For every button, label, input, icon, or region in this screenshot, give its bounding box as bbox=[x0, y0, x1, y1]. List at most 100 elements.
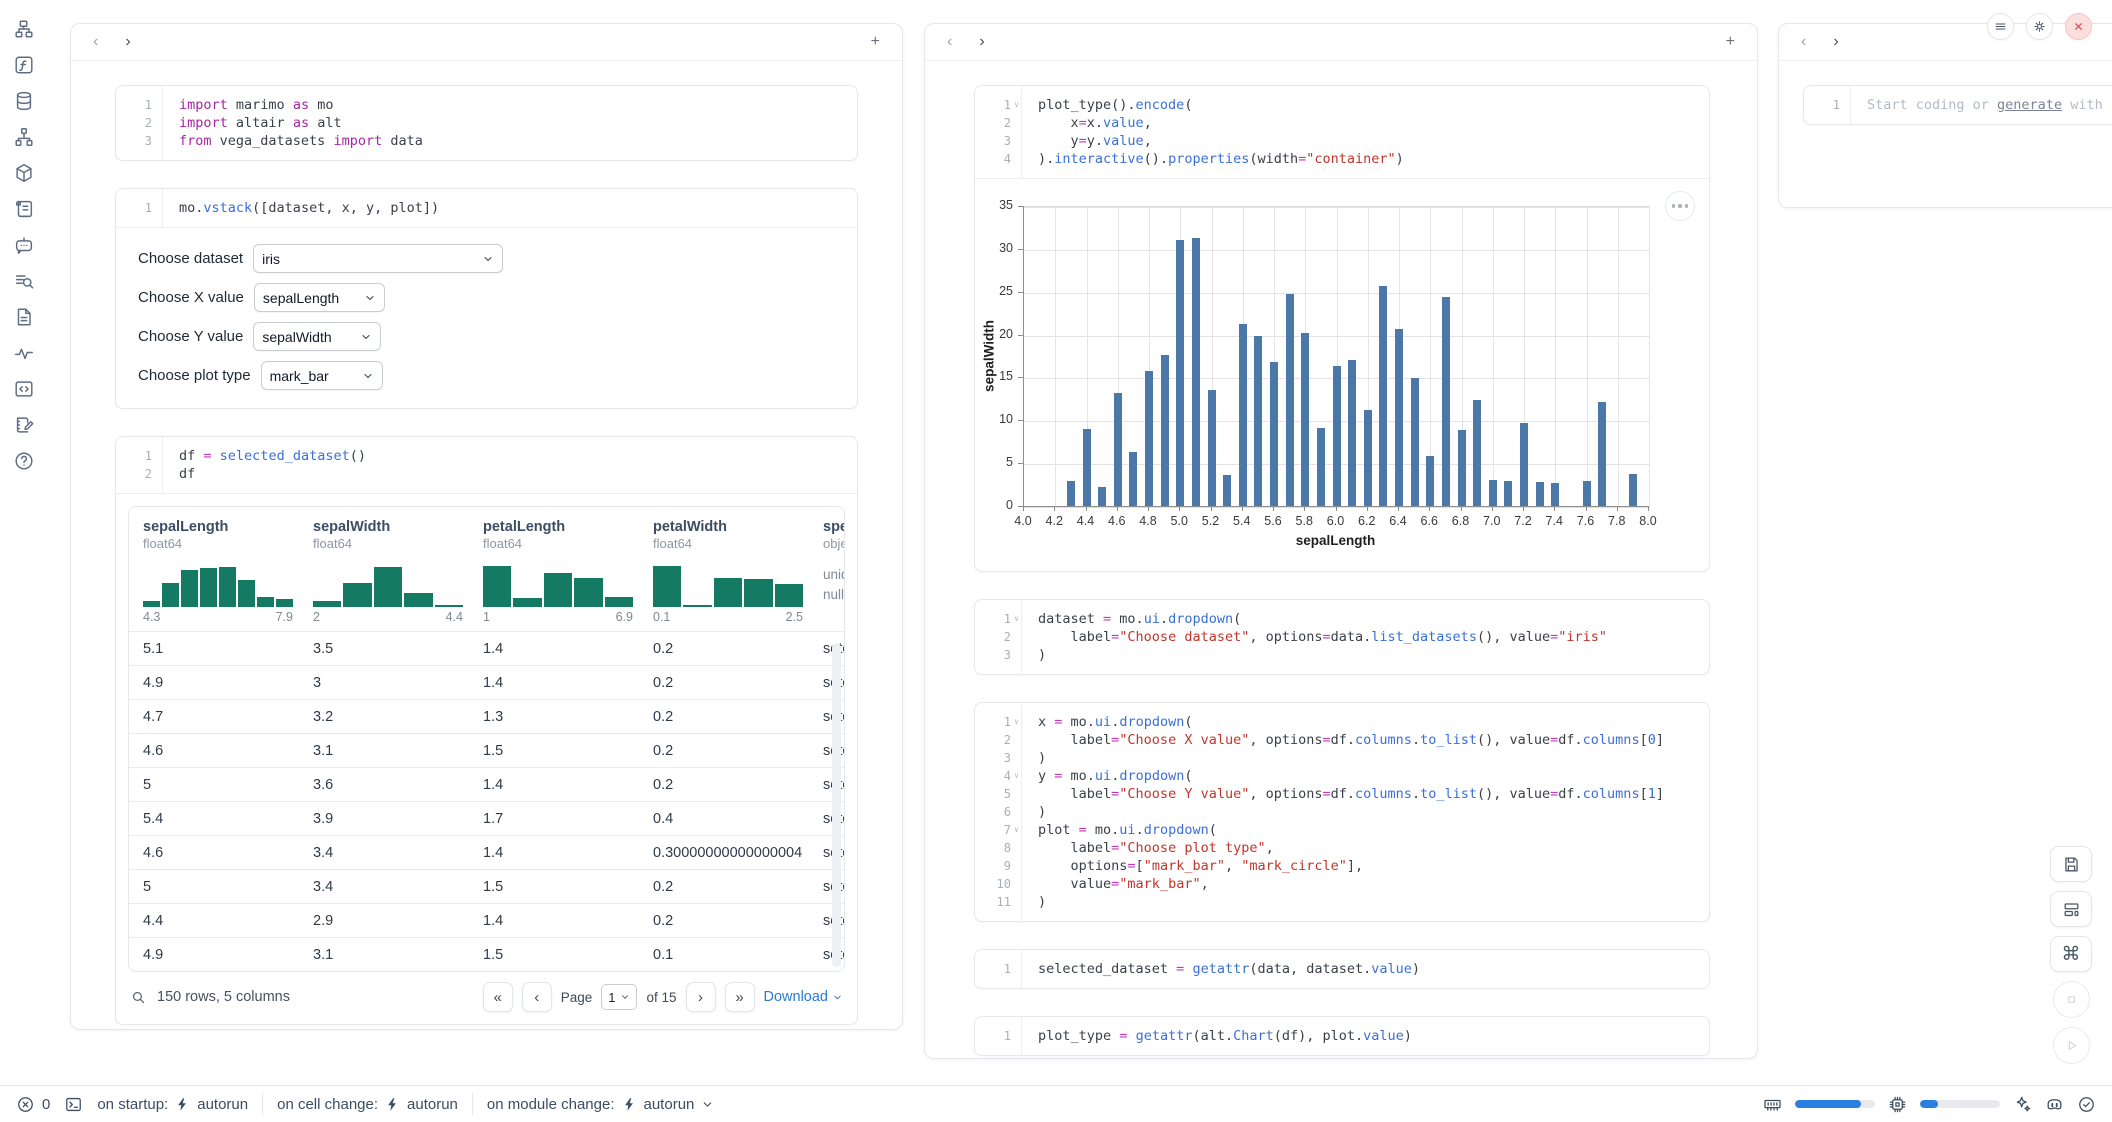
save-icon[interactable] bbox=[2050, 846, 2092, 882]
x-tick-label: 4.0 bbox=[1006, 514, 1040, 528]
dependency-graph-icon[interactable] bbox=[13, 126, 35, 148]
chart-menu-button[interactable] bbox=[1665, 191, 1695, 221]
dropdown-label: Choose Y value bbox=[138, 328, 243, 345]
document-icon[interactable] bbox=[13, 306, 35, 328]
line-number: 1 bbox=[975, 960, 1026, 978]
table-row[interactable]: 5.13.51.40.2setosa bbox=[129, 631, 844, 665]
chat-bot-icon[interactable] bbox=[13, 234, 35, 256]
column-name[interactable]: species bbox=[823, 519, 845, 535]
left-icon-rail bbox=[0, 0, 47, 472]
control-row: Choose plot typemark_bar bbox=[138, 361, 835, 390]
table-row[interactable]: 4.63.11.50.2setosa bbox=[129, 733, 844, 767]
table-footer: 150 rows, 5 columns « ‹ Page 1 of 15 › » bbox=[116, 972, 857, 1024]
table-row[interactable]: 5.43.91.70.4setosa bbox=[129, 801, 844, 835]
x-tick-label: 7.8 bbox=[1600, 514, 1634, 528]
function-icon[interactable] bbox=[13, 54, 35, 76]
table-row[interactable]: 4.931.40.2setosa bbox=[129, 665, 844, 699]
table-row[interactable]: 53.61.40.2setosa bbox=[129, 767, 844, 801]
code-editor-plot-encode[interactable]: 1∨plot_type().encode(2 x=x.value,3 y=y.v… bbox=[975, 86, 1709, 178]
chevron-left-icon[interactable]: ‹ bbox=[947, 34, 952, 50]
x-tick-label: 6.6 bbox=[1412, 514, 1446, 528]
table-row[interactable]: 4.93.11.50.1setosa bbox=[129, 937, 844, 971]
add-cell-button[interactable]: + bbox=[871, 34, 880, 50]
code-editor-empty[interactable]: 1Start coding or generate with bbox=[1804, 86, 2112, 124]
chart-bar bbox=[1504, 481, 1512, 507]
code-editor-xy-plot-dropdowns[interactable]: 1∨x = mo.ui.dropdown(2 label="Choose X v… bbox=[975, 703, 1709, 921]
column-name[interactable]: sepalLength bbox=[143, 519, 313, 535]
code-editor-plot-type[interactable]: 1plot_type = getattr(alt.Chart(df), plot… bbox=[975, 1017, 1709, 1055]
column-dtype: float64 bbox=[313, 536, 483, 551]
next-page-button[interactable]: › bbox=[686, 982, 716, 1012]
command-icon[interactable]: ⌘ bbox=[2050, 936, 2092, 972]
add-cell-button[interactable]: + bbox=[1726, 34, 1735, 50]
line-number: 3 bbox=[975, 749, 1026, 767]
runmode-on-startup[interactable]: on startup:autorun bbox=[97, 1096, 248, 1113]
column-name[interactable]: sepalWidth bbox=[313, 519, 483, 535]
line-number: 4 bbox=[975, 150, 1026, 168]
code-editor-dataset-dropdown[interactable]: 1∨dataset = mo.ui.dropdown(2 label="Choo… bbox=[975, 600, 1709, 674]
code-editor-df[interactable]: 1df = selected_dataset()2df bbox=[116, 437, 857, 493]
line-number: 2 bbox=[975, 731, 1026, 749]
copilot-icon[interactable] bbox=[2045, 1095, 2064, 1114]
dropdown-choose-plot-type[interactable]: mark_bar bbox=[261, 361, 383, 390]
first-page-button[interactable]: « bbox=[483, 982, 513, 1012]
database-icon[interactable] bbox=[13, 90, 35, 112]
chevron-left-icon[interactable]: ‹ bbox=[1801, 34, 1806, 50]
connected-check-icon[interactable] bbox=[2077, 1095, 2096, 1114]
chart-output[interactable]: sepalWidth sepalLength 4.04.24.44.64.85.… bbox=[975, 178, 1709, 571]
settings-gear-icon[interactable] bbox=[2026, 13, 2053, 40]
line-number: 3 bbox=[116, 132, 167, 150]
page-select[interactable]: 1 bbox=[601, 984, 637, 1010]
chevron-right-icon[interactable]: › bbox=[1833, 34, 1838, 50]
layout-icon[interactable] bbox=[2050, 891, 2092, 927]
package-icon[interactable] bbox=[13, 162, 35, 184]
menu-icon[interactable] bbox=[1987, 13, 2014, 40]
download-button[interactable]: Download bbox=[764, 989, 844, 1005]
terminal-icon[interactable] bbox=[64, 1095, 83, 1114]
table-row[interactable]: 4.73.21.30.2setosa bbox=[129, 699, 844, 733]
close-icon[interactable] bbox=[2065, 13, 2092, 40]
control-row: Choose datasetiris bbox=[138, 244, 835, 273]
table-row[interactable]: 4.42.91.40.2setosa bbox=[129, 903, 844, 937]
page-total-label: of 15 bbox=[646, 990, 676, 1005]
runmode-on-cell-change[interactable]: on cell change:autorun bbox=[277, 1096, 458, 1113]
errors-indicator[interactable]: 0 bbox=[16, 1095, 50, 1114]
chart-bar bbox=[1223, 475, 1231, 507]
table-row[interactable]: 4.63.41.40.30000000000000004setosa bbox=[129, 835, 844, 869]
table-scrollbar[interactable] bbox=[832, 643, 841, 967]
line-number: 9 bbox=[975, 857, 1026, 875]
runmode-on-module-change[interactable]: on module change:autorun bbox=[487, 1096, 714, 1113]
column-name[interactable]: petalWidth bbox=[653, 519, 823, 535]
script-icon[interactable] bbox=[13, 198, 35, 220]
y-tick-label: 10 bbox=[975, 412, 1013, 426]
file-tree-icon[interactable] bbox=[13, 18, 35, 40]
activity-icon[interactable] bbox=[13, 342, 35, 364]
chevron-left-icon[interactable]: ‹ bbox=[93, 34, 98, 50]
scratchpad-icon[interactable] bbox=[13, 414, 35, 436]
dropdown-choose-x-value[interactable]: sepalLength bbox=[254, 283, 385, 312]
ai-sparkles-icon[interactable] bbox=[2013, 1095, 2032, 1114]
snippets-icon[interactable] bbox=[13, 378, 35, 400]
chart-bar bbox=[1442, 297, 1450, 507]
column-name[interactable]: petalLength bbox=[483, 519, 653, 535]
chevron-right-icon[interactable]: › bbox=[979, 34, 984, 50]
resource-usage bbox=[1763, 1095, 2096, 1114]
chart-bar bbox=[1598, 402, 1606, 507]
fold-chevron-icon: ∨ bbox=[1012, 610, 1021, 628]
table-column-header: sepalWidthfloat6424.4 bbox=[313, 519, 483, 631]
search-icon[interactable] bbox=[130, 989, 147, 1006]
code-editor-imports[interactable]: 1import marimo as mo2import altair as al… bbox=[116, 86, 857, 160]
run-icon[interactable] bbox=[2053, 1027, 2090, 1064]
last-page-button[interactable]: » bbox=[725, 982, 755, 1012]
code-editor-vstack[interactable]: 1mo.vstack([dataset, x, y, plot]) bbox=[116, 189, 857, 227]
prev-page-button[interactable]: ‹ bbox=[522, 982, 552, 1012]
dropdown-choose-dataset[interactable]: iris bbox=[253, 244, 503, 273]
chart-plot-area[interactable] bbox=[1023, 206, 1650, 508]
logs-search-icon[interactable] bbox=[13, 270, 35, 292]
dropdown-choose-y-value[interactable]: sepalWidth bbox=[253, 322, 381, 351]
code-editor-selected-dataset[interactable]: 1selected_dataset = getattr(data, datase… bbox=[975, 950, 1709, 988]
help-icon[interactable] bbox=[13, 450, 35, 472]
stop-icon[interactable] bbox=[2053, 981, 2090, 1018]
chevron-right-icon[interactable]: › bbox=[125, 34, 130, 50]
table-row[interactable]: 53.41.50.2setosa bbox=[129, 869, 844, 903]
